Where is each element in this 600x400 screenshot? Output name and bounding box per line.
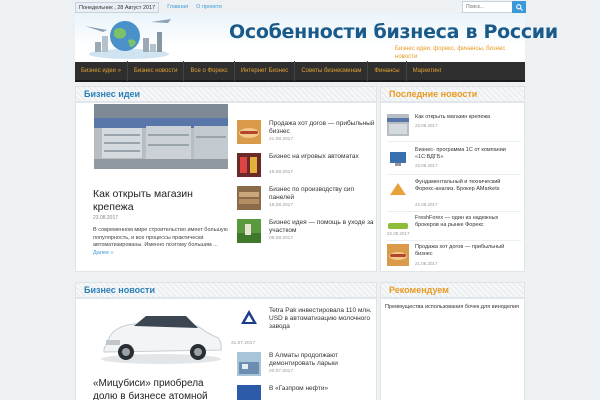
- thumb-1c-program: [387, 147, 409, 169]
- news-section-title[interactable]: Бизнес новости: [76, 283, 376, 299]
- list-item-title: Продажа хот догов — прибыльный бизнес: [415, 244, 505, 257]
- list-item-date: 09.08.2017: [269, 236, 294, 241]
- divider: [387, 141, 521, 142]
- site-header: Особенности бизнеса в России Бизнес идеи…: [75, 14, 558, 62]
- page: Понедельник , 28 Август 2017 Главная О п…: [0, 0, 600, 400]
- list-item-date: 19.08.2017: [269, 170, 294, 175]
- nav-item-finance[interactable]: Финансы: [368, 61, 405, 81]
- thumb-fastener-store: [387, 114, 409, 136]
- divider: [387, 240, 521, 241]
- list-item[interactable]: Бизнес- программа 1С от компании «1С:ВДГ…: [387, 147, 522, 177]
- list-item-title: Фундаментальный и технический Форекс-ана…: [415, 179, 501, 192]
- thumb-tetra-pak-logo: [237, 307, 261, 331]
- recommend-link[interactable]: Преимущества использования бочек для вин…: [385, 304, 521, 311]
- list-item-date: 20.07.2017: [269, 369, 294, 374]
- list-item-date: 21.08.2017: [269, 137, 294, 142]
- list-item[interactable]: В Алматы продолжают демонтировать ларьки…: [237, 352, 377, 382]
- thumb-kiosks: [237, 352, 261, 376]
- list-item[interactable]: Продажа хот догов — прибыльный бизнес 21…: [237, 120, 377, 150]
- list-item-title: В «Газпром нефти»: [269, 385, 329, 392]
- divider: [387, 211, 521, 212]
- list-item-title: Как открыть магазин крепежа: [415, 114, 491, 120]
- list-item[interactable]: Бизнес по производству сип панелей 15.08…: [237, 186, 377, 216]
- list-item[interactable]: Бизнес на игровых автоматах 19.08.2017: [237, 153, 377, 183]
- featured-excerpt: В современном мире строительство имеет б…: [93, 227, 231, 257]
- ideas-section: Бизнес идеи Как открыть магазин крепежа …: [75, 86, 377, 272]
- list-item[interactable]: Бизнес идея — помощь в уходе за участком…: [237, 219, 377, 249]
- recommend-widget: Рекомендуем Преимущества использования б…: [380, 282, 525, 400]
- list-item-date: 23.08.2017: [415, 123, 438, 128]
- list-item-date: 21.08.2017: [415, 261, 438, 266]
- thumb-sip-panels: [237, 186, 261, 210]
- top-bar: Понедельник , 28 Август 2017 Главная О п…: [75, 0, 525, 14]
- nav-item-ideas[interactable]: Бизнес идеи »: [75, 61, 127, 81]
- nav-item-tips[interactable]: Советы бизнесменам: [295, 61, 367, 81]
- sidebar: Последние новости Как открыть магазин кр…: [380, 86, 525, 400]
- top-link-about[interactable]: О проекте: [196, 4, 222, 10]
- main-nav: Бизнес идеи » Бизнес новости Все о Форек…: [75, 61, 525, 82]
- nav-item-internet-business[interactable]: Интернет Бизнес: [235, 61, 295, 81]
- thumb-amarkets-logo: [387, 179, 409, 201]
- thumb-hotdog: [387, 244, 409, 266]
- list-item-title: Бизнес- программа 1С от компании «1С:ВДГ…: [415, 147, 506, 160]
- list-item[interactable]: Как открыть магазин крепежа 23.08.2017: [387, 114, 522, 144]
- nav-item-news[interactable]: Бизнес новости: [128, 61, 184, 81]
- thumb-gazprom: [237, 385, 261, 400]
- list-item-title: Продажа хот догов — прибыльный бизнес: [269, 120, 375, 135]
- list-item-title: В Алматы продолжают демонтировать ларьки: [269, 352, 339, 367]
- thumb-garden-care: [237, 219, 261, 243]
- featured-image-mitsubishi-car[interactable]: [94, 304, 228, 369]
- list-item[interactable]: Фундаментальный и технический Форекс-ана…: [387, 179, 522, 209]
- list-item-date: 23.08.2017: [415, 163, 438, 168]
- featured-date: 23.08.2017: [93, 215, 119, 221]
- list-item-date: 31.07.2017: [231, 341, 256, 346]
- search-button[interactable]: [512, 1, 526, 13]
- divider: [387, 174, 521, 175]
- read-more-link[interactable]: Далее »: [93, 250, 114, 256]
- featured-excerpt-text: В современном мире строительство имеет б…: [93, 227, 228, 248]
- recommend-title: Рекомендуем: [381, 283, 524, 299]
- search-icon: [515, 3, 523, 11]
- thumb-hotdog: [237, 120, 261, 144]
- news-featured-title[interactable]: «Мицубиси» приобрела долю в бизнесе атом…: [93, 377, 227, 400]
- list-item-title: FreshForex — один из надежных брокеров н…: [415, 215, 499, 228]
- globe-logo-icon[interactable]: [81, 16, 177, 60]
- list-item[interactable]: Tetra Pak инвестировала 110 млн. USD в а…: [231, 307, 377, 351]
- latest-news-title: Последние новости: [381, 87, 524, 103]
- latest-news-widget: Последние новости Как открыть магазин кр…: [380, 86, 525, 272]
- news-section: Бизнес новости «Мицубиси» приобрела долю…: [75, 282, 377, 400]
- list-item-title: Бизнес на игровых автоматах: [269, 153, 359, 160]
- ideas-section-title[interactable]: Бизнес идеи: [76, 87, 376, 103]
- featured-title[interactable]: Как открыть магазин крепежа: [93, 188, 227, 214]
- list-item-title: Tetra Pak инвестировала 110 млн. USD в а…: [269, 307, 372, 330]
- list-item-date: 22.08.2017: [387, 231, 410, 236]
- list-item[interactable]: Продажа хот догов — прибыльный бизнес 21…: [387, 244, 522, 274]
- list-item-date: 15.08.2017: [269, 203, 294, 208]
- featured-image-fastener-store[interactable]: [94, 104, 228, 169]
- thumb-slot-machines: [237, 153, 261, 177]
- top-link-home[interactable]: Главная: [167, 4, 188, 10]
- nav-item-forex[interactable]: Все о Форекс: [184, 61, 233, 81]
- nav-item-marketing[interactable]: Маркетинг: [407, 61, 448, 81]
- site-description: Бизнес идеи, форекс, финансы, бизнес нов…: [395, 46, 506, 60]
- site-title[interactable]: Особенности бизнеса в России: [229, 21, 558, 43]
- list-item-title: Бизнес по производству сип панелей: [269, 186, 355, 201]
- list-item-date: 22.08.2017: [415, 202, 438, 207]
- main-column: Бизнес идеи Как открыть магазин крепежа …: [75, 86, 377, 400]
- current-date: Понедельник , 28 Август 2017: [75, 1, 160, 13]
- list-item[interactable]: В «Газпром нефти»: [237, 385, 377, 400]
- list-item-title: Бизнес идея — помощь в уходе за участком: [269, 219, 374, 234]
